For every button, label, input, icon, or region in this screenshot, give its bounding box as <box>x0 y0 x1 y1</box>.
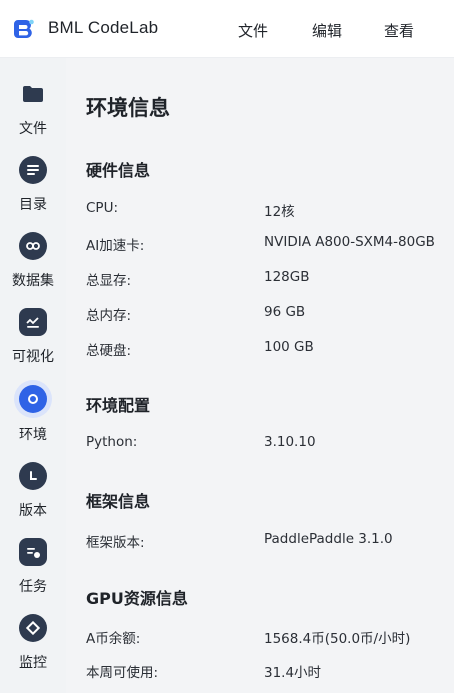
sidebar-item-version[interactable]: 版本 <box>0 462 66 536</box>
row-value-cpu: 12核 <box>264 204 295 220</box>
row-label-accelerator: AI加速卡: <box>86 238 145 254</box>
environment-icon <box>14 380 52 418</box>
row-label-cpu: CPU: <box>86 200 118 216</box>
list-icon <box>19 156 47 184</box>
chart-icon <box>19 308 47 336</box>
sidebar-item-label: 环境 <box>19 427 47 443</box>
row-label-python: Python: <box>86 434 138 450</box>
sidebar-item-monitor[interactable]: 监控 <box>0 614 66 688</box>
sidebar-item-label: 可视化 <box>12 349 54 365</box>
row-label-disk: 总硬盘: <box>86 343 132 359</box>
sidebar-item-label: 文件 <box>19 121 47 137</box>
sidebar-item-environment[interactable]: 环境 <box>0 380 66 454</box>
menu-file[interactable]: 文件 <box>238 20 268 41</box>
task-icon <box>19 538 47 566</box>
monitor-icon <box>19 614 47 642</box>
row-value-disk: 100 GB <box>264 339 314 355</box>
row-label-weekly-hours: 本周可使用: <box>86 665 159 681</box>
top-bar: BML CodeLab 文件 编辑 查看 <box>0 0 454 58</box>
row-value-accelerator: NVIDIA A800-SXM4-80GB <box>264 234 435 250</box>
sidebar-item-label: 版本 <box>19 503 47 519</box>
sidebar-item-outline[interactable]: 目录 <box>0 156 66 230</box>
section-title-environment: 环境配置 <box>86 396 151 415</box>
app-title: BML CodeLab <box>48 18 159 37</box>
codelab-window: BML CodeLab 文件 编辑 查看 文件 目录 数据集 可视化 环境 版本… <box>0 0 454 693</box>
section-title-gpu: GPU资源信息 <box>86 589 188 608</box>
menu-edit[interactable]: 编辑 <box>312 20 342 41</box>
sidebar-item-dataset[interactable]: 数据集 <box>0 232 66 306</box>
row-label-balance: A币余额: <box>86 631 141 647</box>
sidebar-item-files[interactable]: 文件 <box>0 80 66 154</box>
row-value-balance: 1568.4币(50.0币/小时) <box>264 631 411 647</box>
section-title-framework: 框架信息 <box>86 492 151 511</box>
row-value-python: 3.10.10 <box>264 434 316 450</box>
sidebar-item-label: 目录 <box>19 197 47 213</box>
row-value-memory: 96 GB <box>264 304 306 320</box>
row-label-vram: 总显存: <box>86 273 132 289</box>
bml-logo-icon <box>14 19 34 39</box>
sidebar-item-label: 监控 <box>19 655 47 671</box>
row-value-vram: 128GB <box>264 269 310 285</box>
version-icon <box>19 462 47 490</box>
dataset-icon <box>19 232 47 260</box>
sidebar-item-task[interactable]: 任务 <box>0 538 66 612</box>
sidebar-item-label: 数据集 <box>12 273 54 289</box>
sidebar-item-visualization[interactable]: 可视化 <box>0 308 66 382</box>
folder-icon <box>19 80 47 108</box>
row-value-weekly-hours: 31.4小时 <box>264 665 322 681</box>
sidebar: 文件 目录 数据集 可视化 环境 版本 任务 监控 <box>0 58 66 693</box>
section-title-hardware: 硬件信息 <box>86 161 151 180</box>
row-label-memory: 总内存: <box>86 308 132 324</box>
menu-view[interactable]: 查看 <box>384 20 414 41</box>
sidebar-item-label: 任务 <box>19 579 47 595</box>
row-value-framework-version: PaddlePaddle 3.1.0 <box>264 531 393 547</box>
environment-panel: 环境信息 硬件信息 CPU: 12核 AI加速卡: NVIDIA A800-SX… <box>66 58 454 693</box>
page-title: 环境信息 <box>86 96 170 120</box>
row-label-framework-version: 框架版本: <box>86 535 145 551</box>
